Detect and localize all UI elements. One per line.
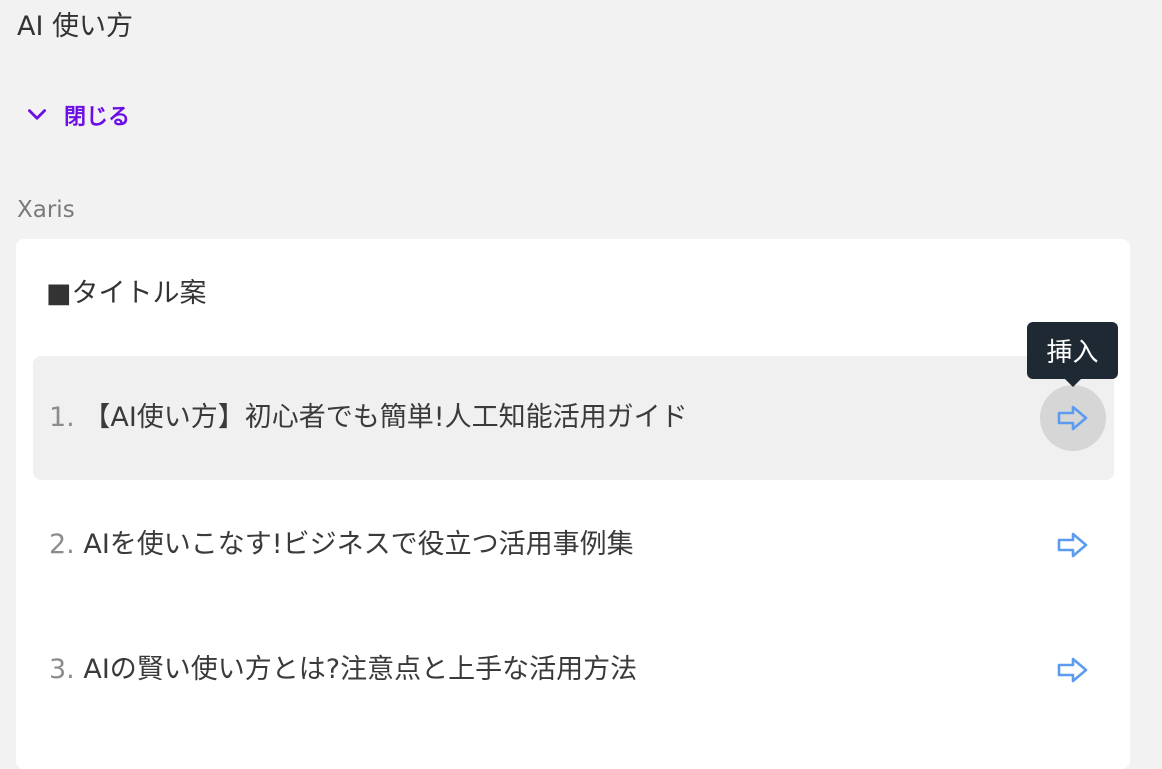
- suggestion-number: 2.: [49, 529, 75, 560]
- insert-button[interactable]: [1040, 512, 1106, 578]
- suggestion-title: AIの賢い使い方とは?注意点と上手な活用方法: [83, 654, 638, 685]
- suggestion-title: AIを使いこなす!ビジネスで役立つ活用事例集: [83, 529, 634, 560]
- suggestion-item[interactable]: 1. 【AI使い方】初心者でも簡単!人工知能活用ガイド: [33, 356, 1114, 480]
- suggestion-title: 【AI使い方】初心者でも簡単!人工知能活用ガイド: [83, 402, 688, 433]
- arrow-right-icon: [1057, 405, 1088, 431]
- arrow-right-icon: [1057, 657, 1088, 683]
- suggestion-number: 3.: [49, 654, 75, 685]
- tooltip-arrow: [1064, 379, 1081, 387]
- prompt-title: AI 使い方: [17, 11, 134, 42]
- insert-button[interactable]: [1040, 637, 1106, 703]
- tooltip-label: 挿入: [1046, 338, 1099, 368]
- suggestion-text: 3. AIの賢い使い方とは?注意点と上手な活用方法: [49, 650, 637, 690]
- suggestion-text: 2. AIを使いこなす!ビジネスで役立つ活用事例集: [49, 525, 634, 565]
- insert-tooltip: 挿入: [1027, 322, 1118, 387]
- card-heading: ■タイトル案: [46, 278, 207, 309]
- arrow-right-icon: [1057, 532, 1088, 558]
- collapse-toggle[interactable]: 閉じる: [24, 96, 130, 134]
- author-name: Xaris: [17, 197, 75, 223]
- insert-button[interactable]: [1040, 385, 1106, 451]
- suggestion-item[interactable]: 2. AIを使いこなす!ビジネスで役立つ活用事例集: [33, 483, 1114, 607]
- suggestion-number: 1.: [49, 402, 75, 433]
- chevron-down-icon: [28, 109, 46, 120]
- suggestion-card: ■タイトル案 1. 【AI使い方】初心者でも簡単!人工知能活用ガイド 2. AI…: [16, 239, 1130, 769]
- suggestion-item[interactable]: 3. AIの賢い使い方とは?注意点と上手な活用方法: [33, 608, 1114, 732]
- collapse-label: 閉じる: [64, 105, 131, 130]
- suggestion-text: 1. 【AI使い方】初心者でも簡単!人工知能活用ガイド: [49, 398, 688, 438]
